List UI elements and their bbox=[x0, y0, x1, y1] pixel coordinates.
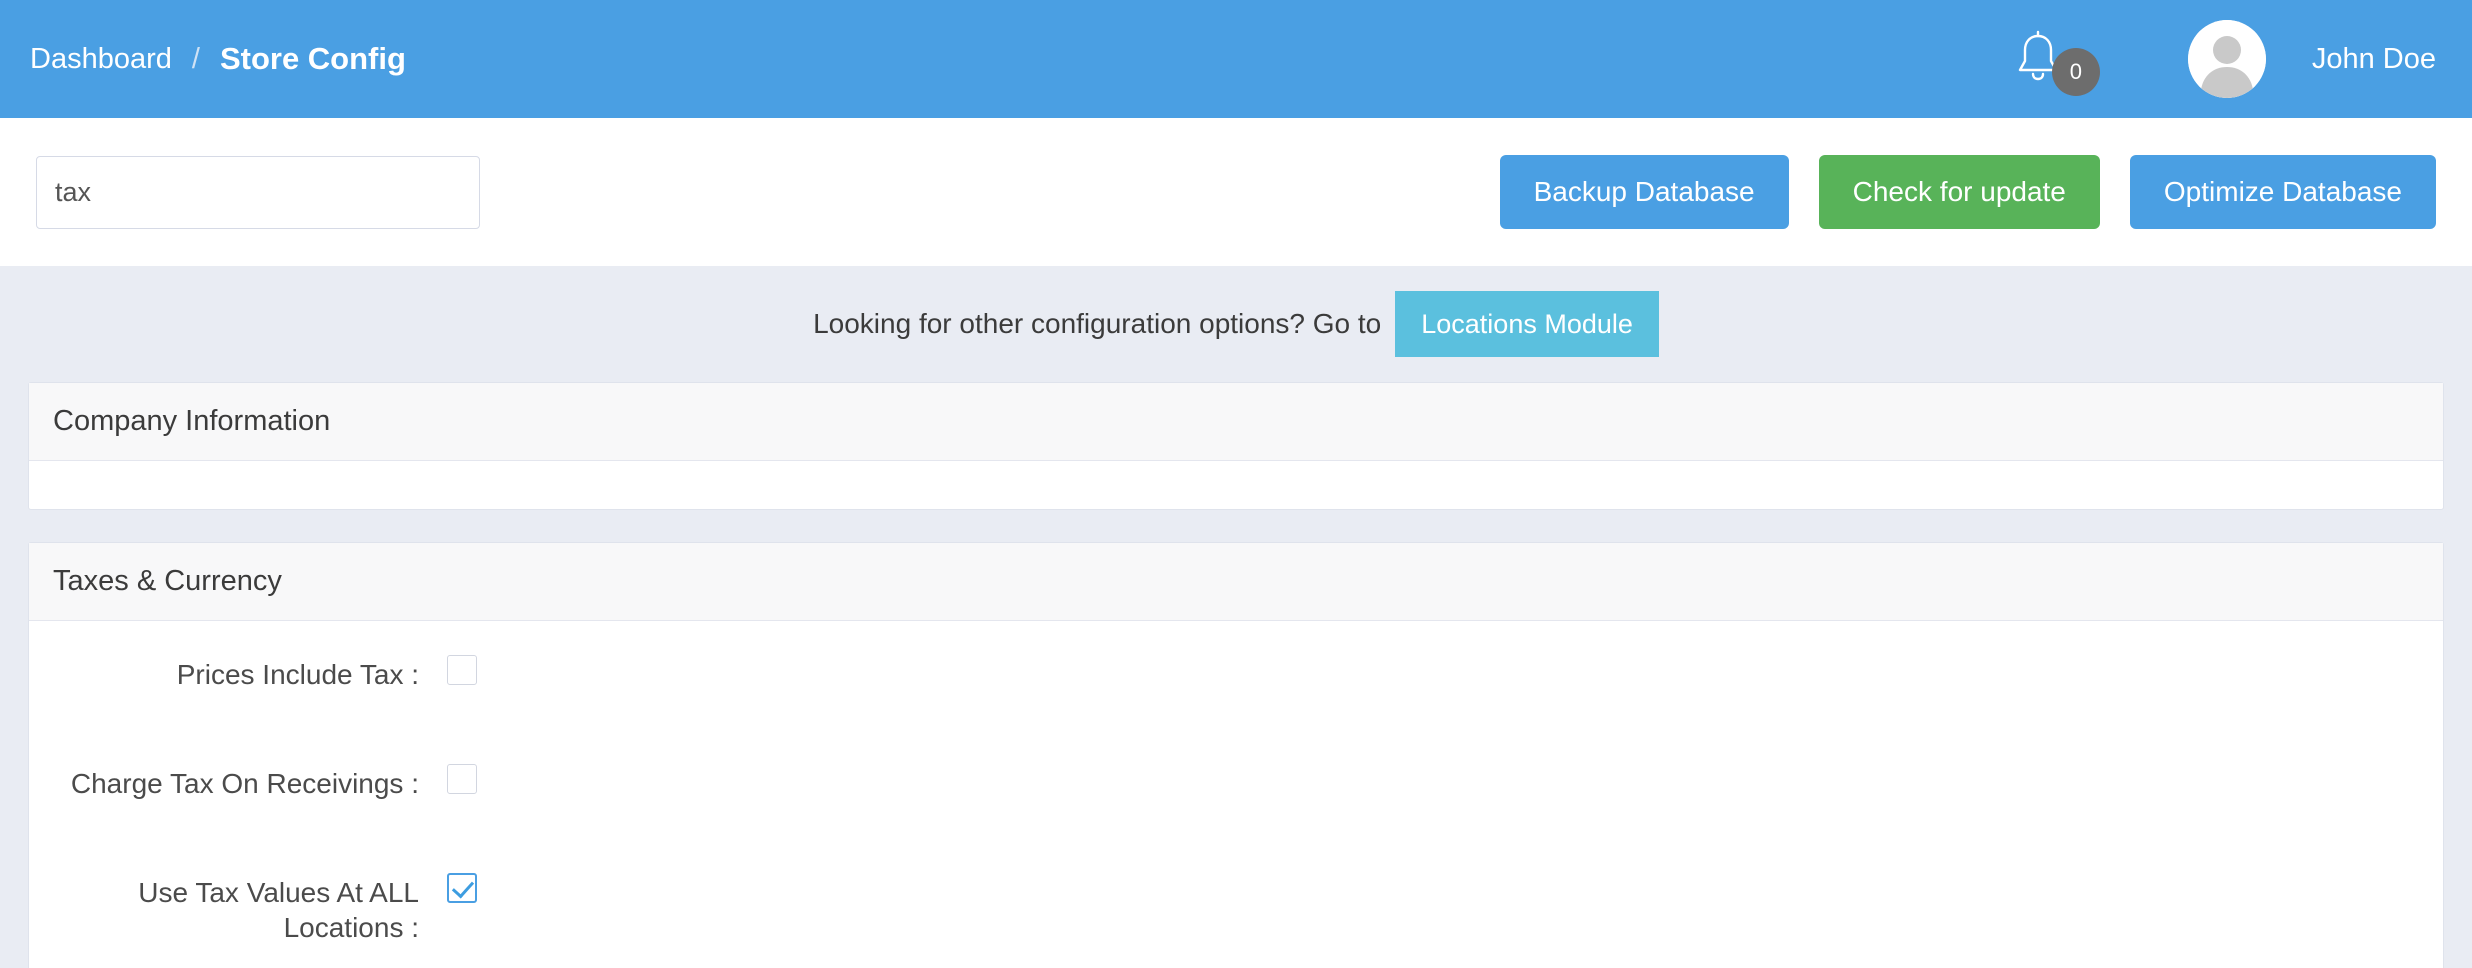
charge-tax-on-receivings-checkbox[interactable] bbox=[447, 764, 477, 794]
main-content: Looking for other configuration options?… bbox=[0, 266, 2472, 968]
config-options-note: Looking for other configuration options?… bbox=[28, 266, 2444, 382]
panel-body-taxes-currency: Prices Include Tax : Charge Tax On Recei… bbox=[29, 621, 2443, 945]
page-title: Store Config bbox=[220, 41, 406, 77]
backup-database-button[interactable]: Backup Database bbox=[1500, 155, 1789, 229]
username-label[interactable]: John Doe bbox=[2312, 43, 2436, 76]
panel-title: Taxes & Currency bbox=[53, 565, 282, 597]
check-for-update-button[interactable]: Check for update bbox=[1819, 155, 2100, 229]
panel-company-information: Company Information bbox=[28, 382, 2444, 510]
optimize-database-button[interactable]: Optimize Database bbox=[2130, 155, 2436, 229]
notifications-button[interactable]: 0 bbox=[2012, 24, 2108, 94]
form-label: Charge Tax On Receivings : bbox=[29, 764, 419, 801]
top-header-bar: Dashboard / Store Config 0 John Doe bbox=[0, 0, 2472, 118]
panel-title: Company Information bbox=[53, 405, 330, 437]
form-label: Use Tax Values At ALL Locations : bbox=[29, 873, 419, 945]
form-control-cell bbox=[419, 655, 477, 685]
use-tax-values-all-locations-checkbox[interactable] bbox=[447, 873, 477, 903]
empty-panel-content bbox=[29, 461, 2443, 509]
notification-count-badge: 0 bbox=[2052, 48, 2100, 96]
search-input[interactable] bbox=[36, 156, 480, 229]
breadcrumb: Dashboard / Store Config bbox=[30, 41, 406, 77]
form-row-prices-include-tax: Prices Include Tax : bbox=[29, 655, 2443, 692]
panel-heading-company-information: Company Information bbox=[29, 383, 2443, 461]
config-note-text: Looking for other configuration options?… bbox=[813, 308, 1381, 340]
form-control-cell bbox=[419, 873, 477, 903]
panel-taxes-currency: Taxes & Currency Prices Include Tax : Ch… bbox=[28, 542, 2444, 968]
header-user-area: 0 John Doe bbox=[2012, 20, 2436, 98]
avatar[interactable] bbox=[2188, 20, 2266, 98]
form-control-cell bbox=[419, 764, 477, 794]
form-row-charge-tax-on-receivings: Charge Tax On Receivings : bbox=[29, 764, 2443, 801]
action-bar: Backup Database Check for update Optimiz… bbox=[0, 118, 2472, 266]
panel-body-company-information bbox=[29, 461, 2443, 509]
form-label: Prices Include Tax : bbox=[29, 655, 419, 692]
form-row-use-tax-values-all-locations: Use Tax Values At ALL Locations : bbox=[29, 873, 2443, 945]
breadcrumb-separator: / bbox=[192, 43, 200, 76]
panel-heading-taxes-currency: Taxes & Currency bbox=[29, 543, 2443, 621]
breadcrumb-item-dashboard[interactable]: Dashboard bbox=[30, 43, 172, 76]
locations-module-button[interactable]: Locations Module bbox=[1395, 291, 1659, 357]
user-avatar-icon bbox=[2188, 20, 2266, 98]
action-buttons-group: Backup Database Check for update Optimiz… bbox=[1500, 155, 2436, 229]
prices-include-tax-checkbox[interactable] bbox=[447, 655, 477, 685]
